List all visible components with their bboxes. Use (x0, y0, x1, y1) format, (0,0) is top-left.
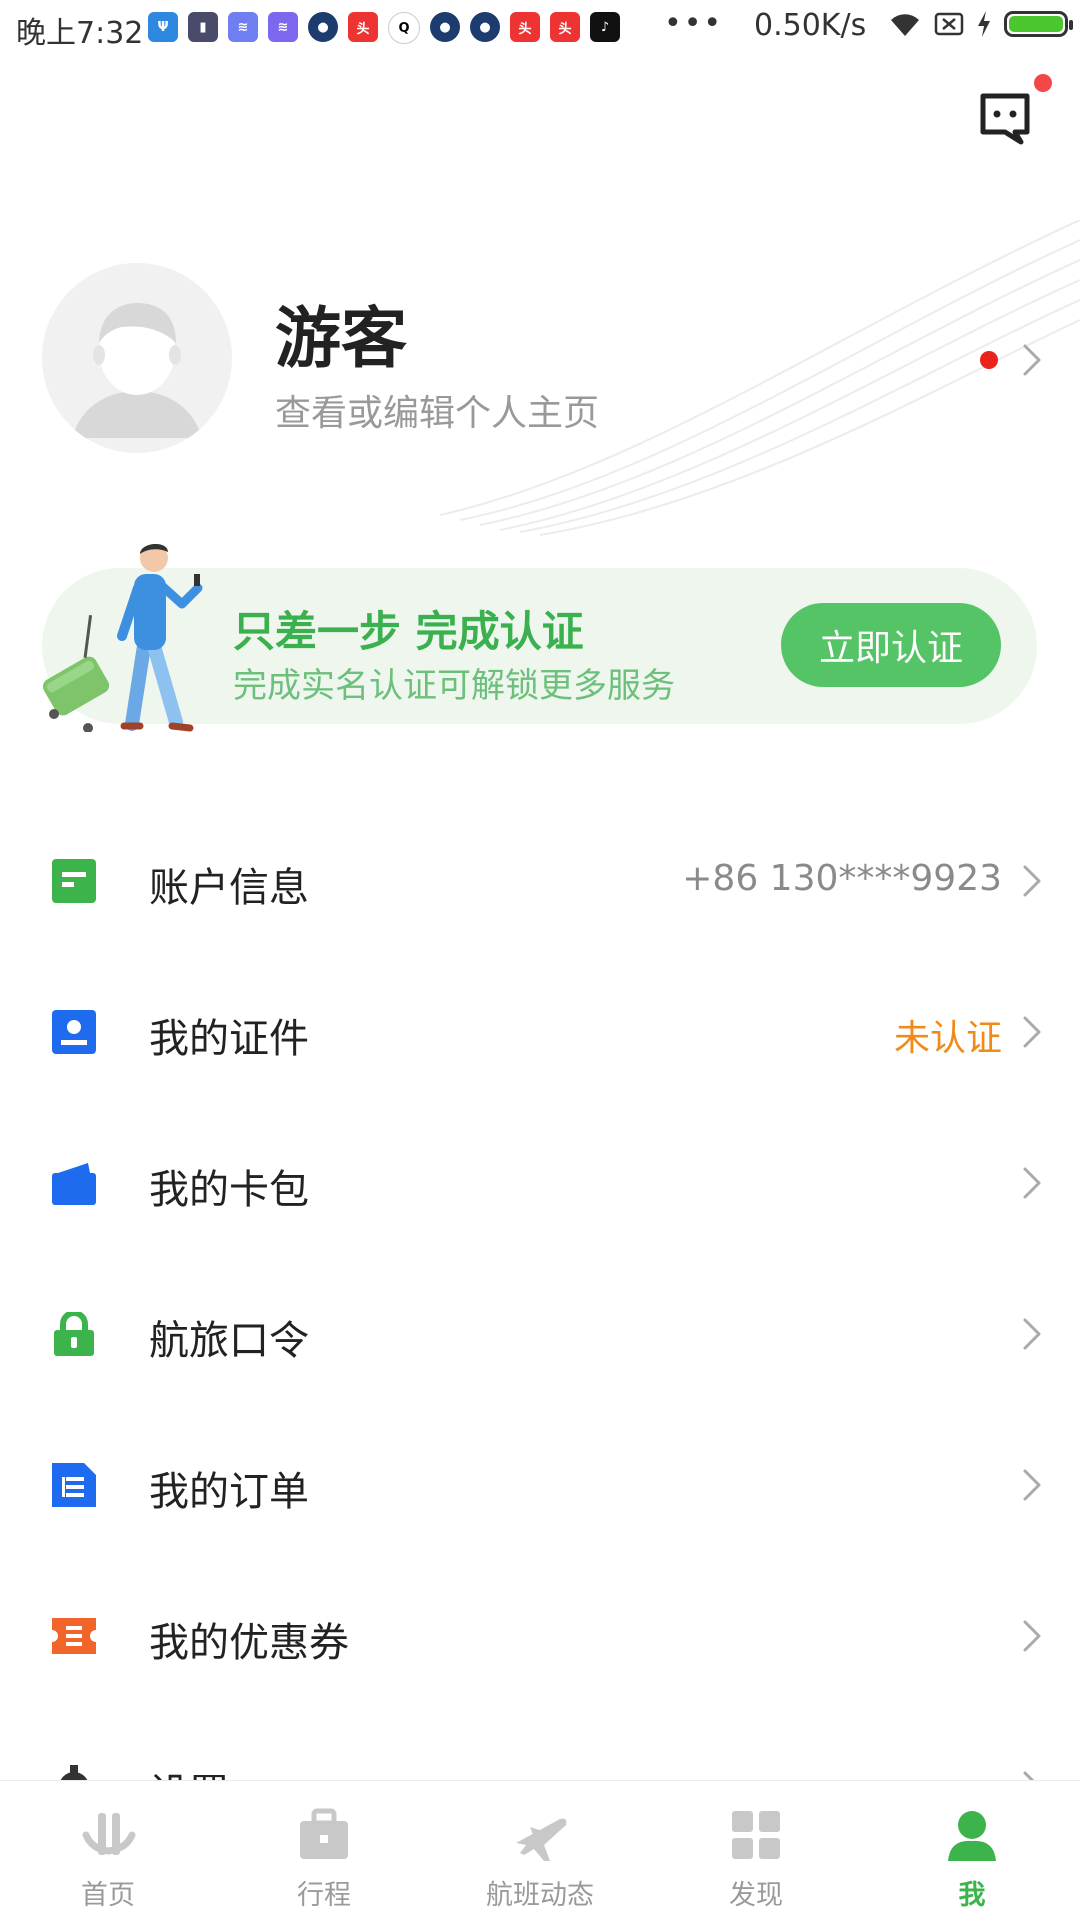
banner-title: 只差一步 完成认证 (233, 607, 584, 656)
chevron-right-icon (1023, 1167, 1041, 1199)
feather-app-icon: ≋ (268, 12, 298, 42)
profile-notice-dot (980, 351, 998, 369)
toutiao-app-icon: 头 (348, 12, 378, 42)
notification-icons: Ψ ▮ ≋ ≋ ● 头 Q ● ● 头 头 ♪ (148, 12, 620, 44)
avatar[interactable] (42, 263, 232, 453)
order-icon (52, 1463, 96, 1507)
tab-discover[interactable]: 发现 (648, 1781, 864, 1921)
usb-icon: Ψ (148, 12, 178, 42)
status-bar: 晚上7:32 Ψ ▮ ≋ ≋ ● 头 Q ● ● 头 头 ♪ ••• 0.50K… (0, 0, 1080, 60)
plane-icon (516, 1818, 567, 1861)
tab-flight-status[interactable]: 航班动态 (432, 1781, 648, 1921)
airline-app-icon: ● (430, 12, 460, 42)
airline-app-icon: ● (470, 12, 500, 42)
status-time: 晚上7:32 (16, 16, 144, 51)
wifi-icon (891, 14, 919, 36)
overflow-dots: ••• (664, 6, 724, 41)
card-wallet-icon (52, 1163, 96, 1205)
tiktok-icon: ♪ (590, 12, 620, 42)
chevron-right-icon (1023, 1620, 1041, 1652)
tab-home[interactable]: 首页 (0, 1781, 216, 1921)
home-icon (82, 1813, 136, 1855)
tab-label: 我 (958, 1880, 986, 1911)
tab-me[interactable]: 我 (864, 1781, 1080, 1921)
chevron-right-icon (1023, 1318, 1041, 1350)
traveler-illustration (42, 543, 203, 732)
banner-subtitle: 完成实名认证可解锁更多服务 (233, 666, 675, 706)
menu-item-my-documents[interactable]: 我的证件 未认证 (0, 955, 1080, 1106)
net-speed: 0.50K/s (754, 8, 867, 43)
sim-icon (934, 12, 964, 36)
charging-icon (978, 11, 990, 37)
menu-list: 账户信息 +86 130****9923 我的证件 未认证 我的卡包 航旅口令 (0, 804, 1080, 1861)
coupon-icon (52, 1618, 96, 1654)
default-avatar-icon (42, 263, 232, 453)
verify-now-button[interactable]: 立即认证 (781, 603, 1001, 687)
menu-label: 我的卡包 (149, 1167, 309, 1213)
menu-label: 我的优惠券 (149, 1620, 349, 1666)
airline-app-icon: ● (308, 12, 338, 42)
menu-item-card-wallet[interactable]: 我的卡包 (0, 1106, 1080, 1257)
tab-label: 航班动态 (486, 1880, 594, 1911)
account-info-icon (52, 859, 96, 903)
menu-item-coupons[interactable]: 我的优惠券 (0, 1559, 1080, 1710)
verification-status: 未认证 (893, 1018, 1002, 1059)
unread-badge (1034, 74, 1052, 92)
chevron-right-icon (1023, 865, 1041, 897)
menu-item-travel-passcode[interactable]: 航旅口令 (0, 1257, 1080, 1408)
feather-app-icon: ≋ (228, 12, 258, 42)
tab-trips[interactable]: 行程 (216, 1781, 432, 1921)
phone-app-icon: ▮ (188, 12, 218, 42)
menu-item-account-info[interactable]: 账户信息 +86 130****9923 (0, 804, 1080, 955)
battery-icon (1004, 11, 1073, 37)
menu-label: 我的证件 (149, 1016, 309, 1062)
chevron-right-icon[interactable] (1012, 340, 1052, 380)
menu-item-my-orders[interactable]: 我的订单 (0, 1408, 1080, 1559)
briefcase-icon (300, 1808, 348, 1859)
bottom-navigation: 首页 行程 航班动态 发现 我 (0, 1780, 1080, 1921)
profile-name[interactable]: 游客 (275, 285, 407, 381)
system-icons (888, 10, 1073, 38)
tab-label: 首页 (81, 1880, 135, 1911)
toutiao-app-icon: 头 (510, 12, 540, 42)
grid-icon (732, 1811, 780, 1859)
menu-label: 我的订单 (149, 1469, 309, 1515)
profile-subtitle[interactable]: 查看或编辑个人主页 (275, 384, 599, 436)
chevron-right-icon (1023, 1016, 1041, 1048)
menu-label: 航旅口令 (149, 1318, 309, 1364)
qq-icon: Q (388, 12, 420, 44)
menu-label: 账户信息 (149, 865, 309, 911)
decorative-waves (440, 220, 1080, 536)
phone-number: +86 130****9923 (682, 858, 1002, 899)
person-icon (948, 1811, 996, 1861)
chevron-right-icon (1023, 1469, 1041, 1501)
tab-label: 发现 (729, 1880, 783, 1911)
tab-label: 行程 (297, 1880, 351, 1911)
message-icon[interactable] (977, 90, 1033, 146)
toutiao-app-icon: 头 (550, 12, 580, 42)
lock-icon (54, 1312, 94, 1356)
id-card-icon (52, 1010, 96, 1054)
